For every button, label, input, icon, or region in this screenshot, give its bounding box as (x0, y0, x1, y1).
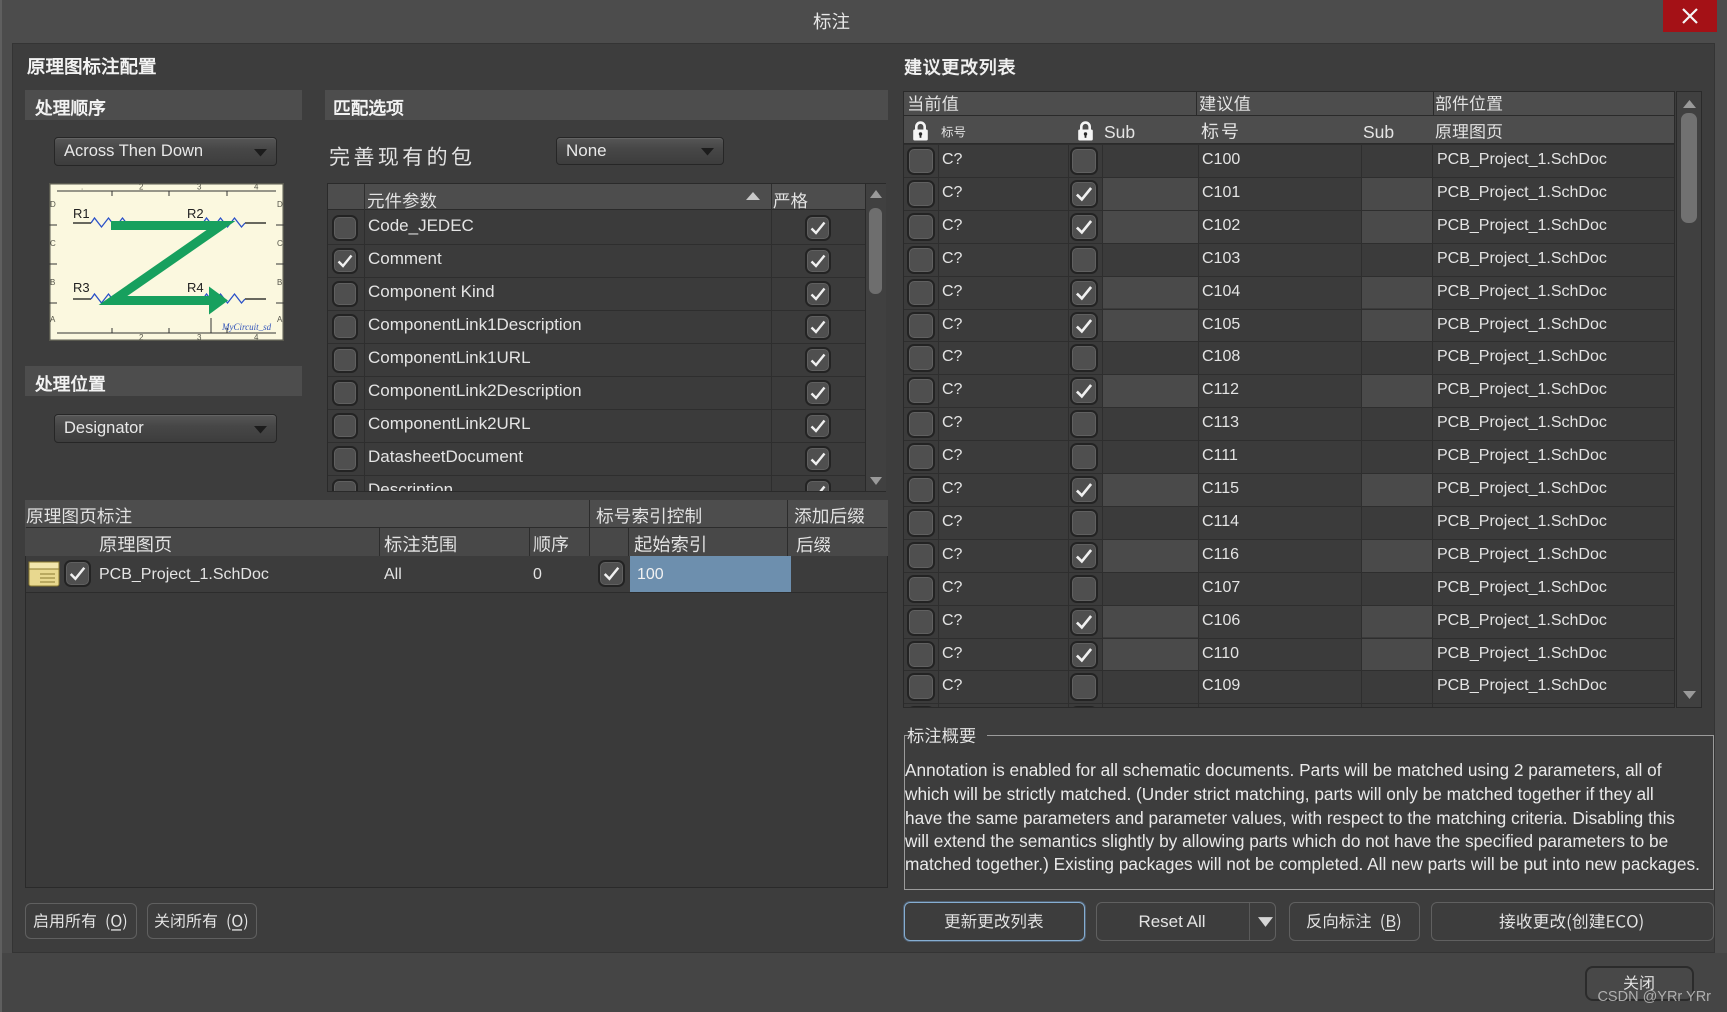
svg-text:B: B (277, 278, 282, 287)
svg-text:3: 3 (197, 333, 202, 341)
svg-text:4: 4 (254, 333, 259, 341)
svg-text:3: 3 (197, 183, 202, 192)
svg-text:A: A (277, 315, 283, 324)
svg-text:C: C (277, 239, 283, 248)
svg-text:D: D (50, 200, 56, 209)
svg-text:R2: R2 (187, 206, 204, 221)
svg-text:.: . (81, 183, 83, 192)
svg-text:D: D (277, 200, 283, 209)
svg-text:2: 2 (139, 333, 144, 341)
svg-text:4: 4 (254, 183, 259, 192)
svg-text:MyCircuit_sd: MyCircuit_sd (221, 322, 272, 332)
svg-text:2: 2 (139, 183, 144, 192)
svg-text:B: B (50, 278, 55, 287)
svg-text:R4: R4 (187, 280, 204, 295)
svg-text:R1: R1 (73, 206, 90, 221)
svg-text:C: C (50, 239, 56, 248)
svg-text:A: A (50, 315, 56, 324)
svg-text:R3: R3 (73, 280, 90, 295)
